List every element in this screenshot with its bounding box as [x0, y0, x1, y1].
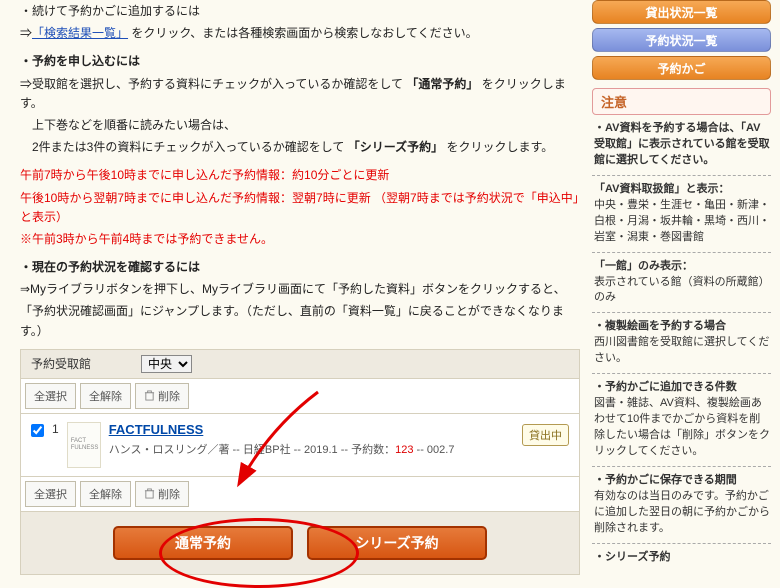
- caution-5b: 図書・雑誌、AV資料、複製絵画あわせて10件までかごから資料を削除したい場合は「…: [594, 397, 770, 457]
- caution-2b: 中央・豊栄・生涯セ・亀田・新津・白根・月潟・坂井輪・黒埼・西川・岩室・潟東・巻図…: [594, 199, 770, 243]
- caution-2a: 「AV資料取扱館」と表示：: [594, 183, 729, 195]
- trash-icon: [144, 390, 155, 401]
- search-results-link[interactable]: 「検索結果一覧」: [32, 26, 128, 40]
- deselect-all-button[interactable]: 全解除: [80, 383, 131, 409]
- select-all-button[interactable]: 全選択: [25, 383, 76, 409]
- status-badge: 貸出中: [522, 424, 569, 446]
- pickup-select[interactable]: 中央: [141, 355, 192, 373]
- trash-icon: [144, 488, 155, 499]
- howto-c-tail: をクリックします。: [443, 140, 553, 154]
- howto-c: 2件または3件の資料にチェックが入っているか確認をして: [20, 140, 348, 154]
- caution-4a: ・複製絵画を予約する場合: [594, 320, 726, 332]
- cont-add-tail: をクリック、または各種検索画面から検索しなおしてください。: [128, 26, 478, 40]
- item-thumbnail: FACT FULNESS: [67, 422, 101, 468]
- delete-button[interactable]: 削除: [135, 383, 189, 409]
- series-reserve-label: 「シリーズ予約」: [348, 140, 443, 154]
- red-note-1: 午前7時から午後10時までに申し込んだ予約情報：約10分ごとに更新: [20, 168, 389, 182]
- item-meta-a: ハンス・ロスリング／著 -- 日経BP社 -- 2019.1 -- 予約数：: [109, 444, 395, 456]
- red-note-3: ※午前3時から午前4時までは予約できません。: [20, 232, 273, 246]
- check-status-b: 「予約状況確認画面」にジャンプします。（ただし、直前の「資料一覧」に戻ることがで…: [20, 304, 564, 337]
- check-status-head: ・現在の予約状況を確認するには: [20, 260, 200, 274]
- item-title-link[interactable]: FACTFULNESS: [109, 422, 204, 437]
- caution-1: ・AV資料を予約する場合は、「AV受取館」に表示されている館を受取館に選択してく…: [592, 121, 771, 169]
- caution-heading: 注意: [592, 88, 771, 115]
- caution-3b: 表示されている館（資料の所蔵館）のみ: [594, 276, 770, 304]
- howto-b: 上下巻などを順番に読みたい場合は、: [20, 118, 236, 132]
- item-number: 1: [52, 422, 59, 436]
- caution-7a: ・シリーズ予約: [594, 551, 670, 563]
- cont-add-head: ・続けて予約かごに追加するには: [20, 4, 200, 18]
- item-reserve-count: 123: [395, 444, 413, 456]
- howto-a: ⇒受取館を選択し、予約する資料にチェックが入っているか確認をして: [20, 77, 406, 91]
- series-reserve-button[interactable]: シリーズ予約: [307, 526, 487, 560]
- reserve-item: 1 FACT FULNESS FACTFULNESS ハンス・ロスリング／著 -…: [20, 414, 580, 477]
- check-status-a: ⇒Myライブラリボタンを押下し、Myライブラリ画面にて「予約した資料」ボタンをク…: [20, 282, 566, 296]
- caution-6a: ・予約かごに保存できる期間: [594, 474, 737, 486]
- caution-3a: 「一館」のみ表示：: [594, 260, 693, 272]
- deselect-all-button-2[interactable]: 全解除: [80, 481, 131, 507]
- select-all-button-2[interactable]: 全選択: [25, 481, 76, 507]
- arrow: ⇒: [20, 26, 32, 40]
- item-checkbox[interactable]: [31, 424, 44, 437]
- howto-reserve-head: ・予約を申し込むには: [20, 54, 140, 68]
- loan-status-button[interactable]: 貸出状況一覧: [592, 0, 771, 24]
- reserve-cart-button[interactable]: 予約かご: [592, 56, 771, 80]
- reserve-status-button[interactable]: 予約状況一覧: [592, 28, 771, 52]
- normal-reserve-label: 「通常予約」: [406, 77, 478, 91]
- caution-6b: 有効なのは当日のみです。予約かごに追加した翌日の朝に予約かごから削除されます。: [594, 490, 770, 534]
- caution-4b: 西川図書館を受取館に選択してください。: [594, 336, 769, 364]
- normal-reserve-button[interactable]: 通常予約: [113, 526, 293, 560]
- red-note-2: 午後10時から翌朝7時までに申し込んだ予約情報：翌朝7時に更新 （翌朝7時までは…: [20, 191, 579, 224]
- delete-button-2[interactable]: 削除: [135, 481, 189, 507]
- pickup-label: 予約受取館: [31, 355, 141, 372]
- item-meta-b: -- 002.7: [413, 444, 454, 456]
- caution-5a: ・予約かごに追加できる件数: [594, 381, 737, 393]
